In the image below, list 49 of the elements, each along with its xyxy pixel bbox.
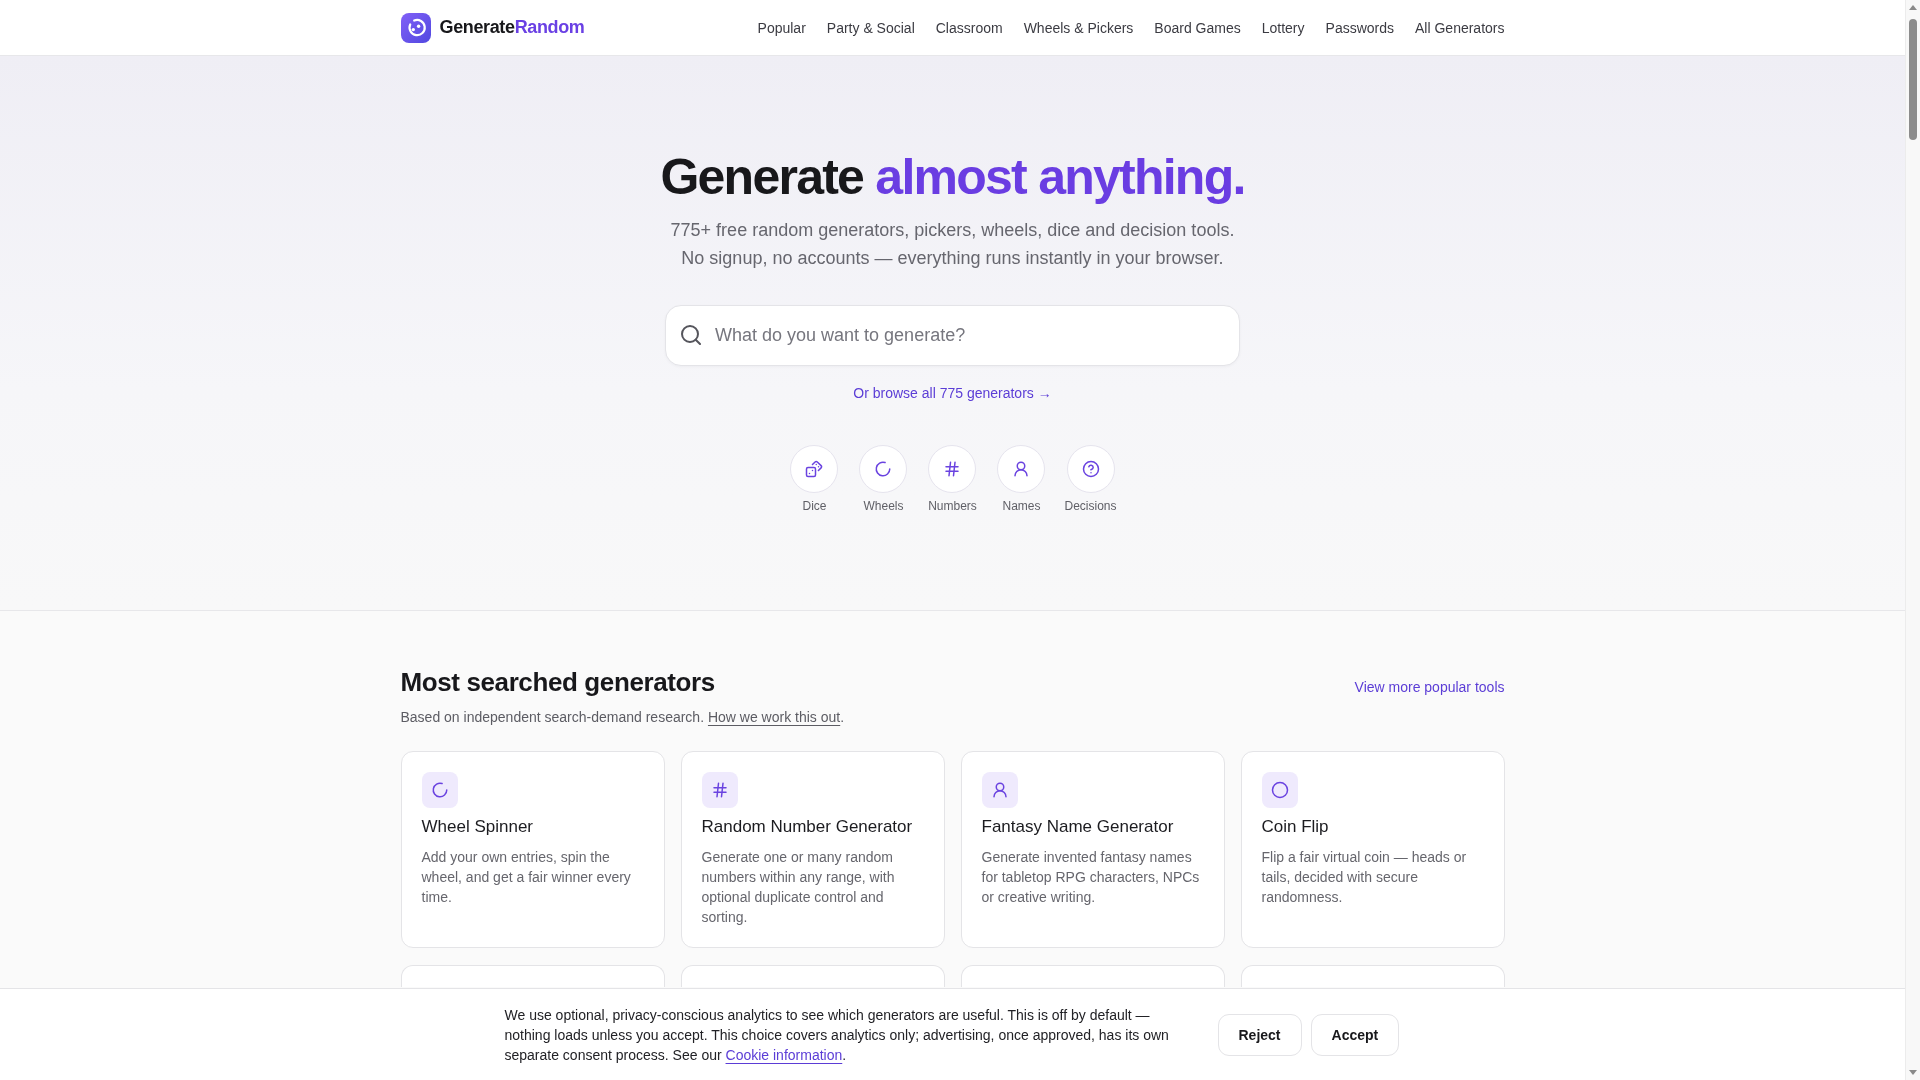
cookie-notice-text: We use optional, privacy-conscious analytics to see which generators are useful. This is off by default — nothing loads unless you accept. This choice covers analytics only; advertising, once approved, has its own separate consent process. See our Cookie information.	[504, 1005, 1170, 1065]
category-link[interactable]: Wheels	[857, 445, 910, 514]
card-description: Generate invented fantasy names for tabletop RPG characters, NPCs or creative writing.	[981, 848, 1201, 907]
generator-card[interactable]: Coin Flip Flip a fair virtual coin — heads or tails, decided with secure randomness.	[1240, 751, 1505, 948]
spinner-icon	[421, 772, 458, 808]
hero-title: Generate almost anything.	[660, 150, 1245, 205]
card-title: Random Number Generator	[701, 816, 914, 838]
category-link[interactable]: Numbers	[926, 445, 979, 514]
hash-icon	[701, 772, 738, 808]
question-circle-icon	[1066, 445, 1115, 493]
nav-link[interactable]: Lottery	[1261, 19, 1305, 36]
search-field[interactable]: What do you want to generate?	[665, 305, 1240, 366]
user-icon	[981, 772, 1018, 808]
category-link[interactable]: Names	[995, 445, 1048, 514]
card-description: Add your own entries, spin the wheel, and get a fair winner every time.	[421, 848, 632, 907]
generator-card[interactable]: Wheel Spinner Add your own entries, spin the wheel, and get a fair winner every time.	[400, 751, 665, 948]
user-icon	[997, 445, 1046, 493]
logo-icon[interactable]	[400, 12, 431, 43]
logo-text[interactable]: GenerateRandom	[439, 17, 585, 38]
scrollbar-thumb[interactable]	[1909, 19, 1917, 140]
generator-card[interactable]: Random Number Generator Generate one or many random numbers within any range, with optional duplicate control and sorting.	[680, 751, 945, 948]
category-link[interactable]: Dice	[788, 445, 841, 514]
nav-link[interactable]: Popular	[757, 19, 806, 36]
consent-button[interactable]: Accept	[1310, 1013, 1400, 1056]
section-description: Based on independent search-demand research. How we work this out.	[400, 708, 845, 727]
nav-link[interactable]: Classroom	[935, 19, 1003, 36]
nav-link[interactable]: All Generators	[1415, 19, 1505, 36]
consent-button[interactable]: Reject	[1217, 1013, 1302, 1056]
card-title: Wheel Spinner	[421, 816, 534, 838]
nav-link[interactable]: Board Games	[1154, 19, 1241, 36]
search-icon	[681, 325, 701, 345]
scroll-down-arrow-icon[interactable]	[1909, 1070, 1917, 1075]
card-description: Generate one or many random numbers within any range, with optional duplicate control and sorting.	[701, 848, 896, 927]
category-link[interactable]: Decisions	[1064, 445, 1117, 514]
card-description: Flip a fair virtual coin — heads or tails, decided with secure randomness.	[1261, 848, 1468, 907]
card-title: Coin Flip	[1261, 816, 1330, 838]
view-more-link[interactable]: View more popular tools	[1354, 679, 1505, 695]
scroll-up-arrow-icon[interactable]	[1909, 5, 1917, 10]
generator-card[interactable]: Fantasy Name Generator Generate invented fantasy names for tabletop RPG characters, NPCs or creative writing.	[960, 751, 1225, 948]
nav-link[interactable]: Wheels & Pickers	[1023, 19, 1134, 36]
hash-icon	[928, 445, 977, 493]
nav-link[interactable]: Party & Social	[826, 19, 915, 36]
spinner-icon	[859, 445, 908, 493]
browse-all-link[interactable]: Or browse all 775 generators →	[853, 383, 1052, 403]
section-heading: Most searched generators	[400, 666, 715, 698]
dice-icon	[790, 445, 839, 493]
card-title: Fantasy Name Generator	[981, 816, 1175, 838]
nav-link[interactable]: Passwords	[1325, 19, 1394, 36]
hero-subtitle: 775+ free random generators, pickers, wheels, dice and decision tools. No signup, no accounts — everything runs instantly in your browser.	[670, 219, 1235, 270]
